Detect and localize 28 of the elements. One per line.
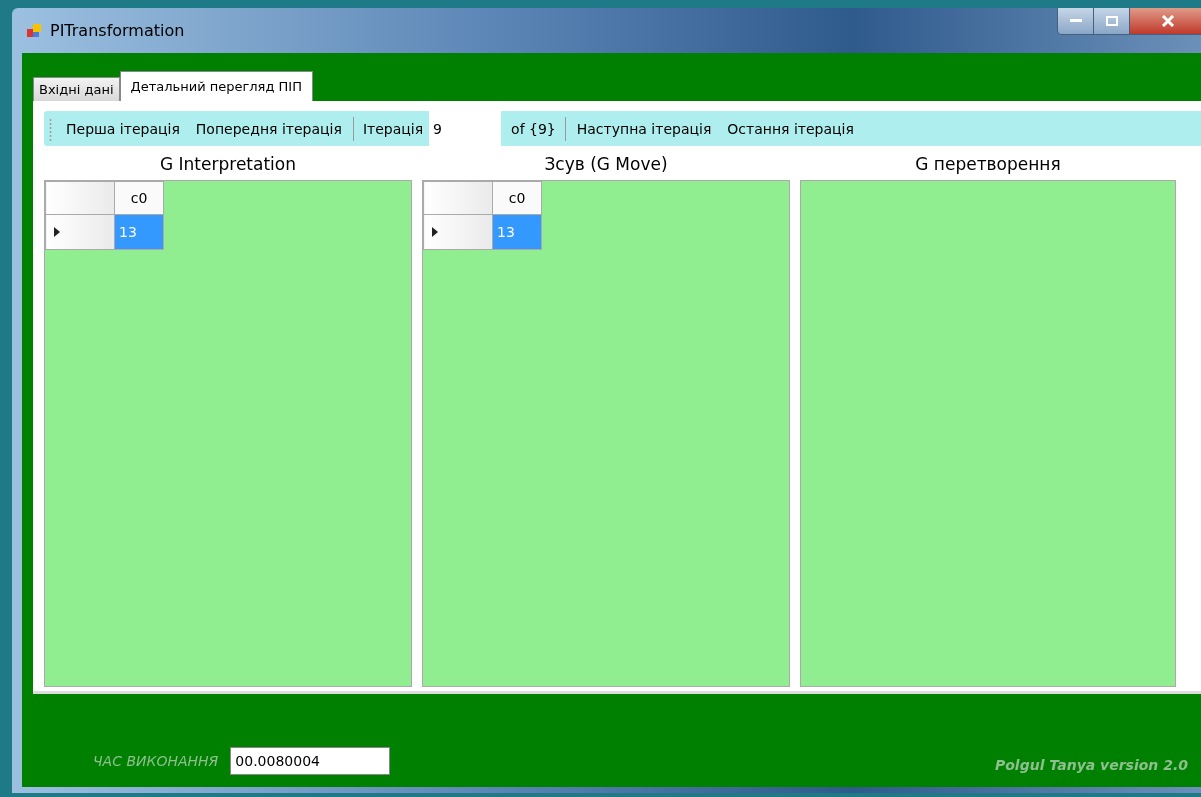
current-row-icon — [54, 227, 60, 237]
current-row-icon — [432, 227, 438, 237]
minimize-button[interactable] — [1058, 8, 1094, 34]
window-title: PITransformation — [50, 21, 185, 40]
panel-title: G Interpretation — [159, 153, 297, 176]
iteration-field[interactable]: 9 — [429, 111, 502, 146]
toolbar-button[interactable]: Попередня ітерація — [187, 120, 350, 137]
toolbar-label: of {9} — [510, 120, 557, 137]
grip-icon — [49, 116, 52, 141]
close-icon — [1161, 15, 1175, 27]
column-header: c0 — [492, 181, 542, 215]
version-label: Polgul Tanya version 2.0 — [995, 757, 1188, 775]
toolbar-button[interactable]: Наступна ітерація — [568, 120, 720, 137]
tab[interactable]: Вхідні дані — [33, 77, 120, 101]
tab[interactable]: Детальний перегляд ПІП — [119, 71, 313, 101]
panel-title: Зсув (G Move) — [543, 153, 669, 176]
toolbar-button[interactable]: Перша ітерація — [58, 120, 188, 137]
close-button[interactable] — [1130, 8, 1201, 34]
time-label: ЧАС ВИКОНАННЯ — [93, 753, 219, 771]
maximize-icon — [1105, 16, 1118, 26]
time-field[interactable]: 00.0080004 — [230, 747, 391, 775]
toolbar-label: Ітерація — [361, 120, 425, 137]
minimize-icon — [1069, 19, 1082, 23]
toolbar-button[interactable]: Остання ітерація — [719, 120, 862, 137]
panel-title: G перетворення — [914, 153, 1062, 176]
column-header: c0 — [114, 181, 164, 215]
app-icon — [26, 22, 42, 39]
maximize-button[interactable] — [1094, 8, 1130, 34]
